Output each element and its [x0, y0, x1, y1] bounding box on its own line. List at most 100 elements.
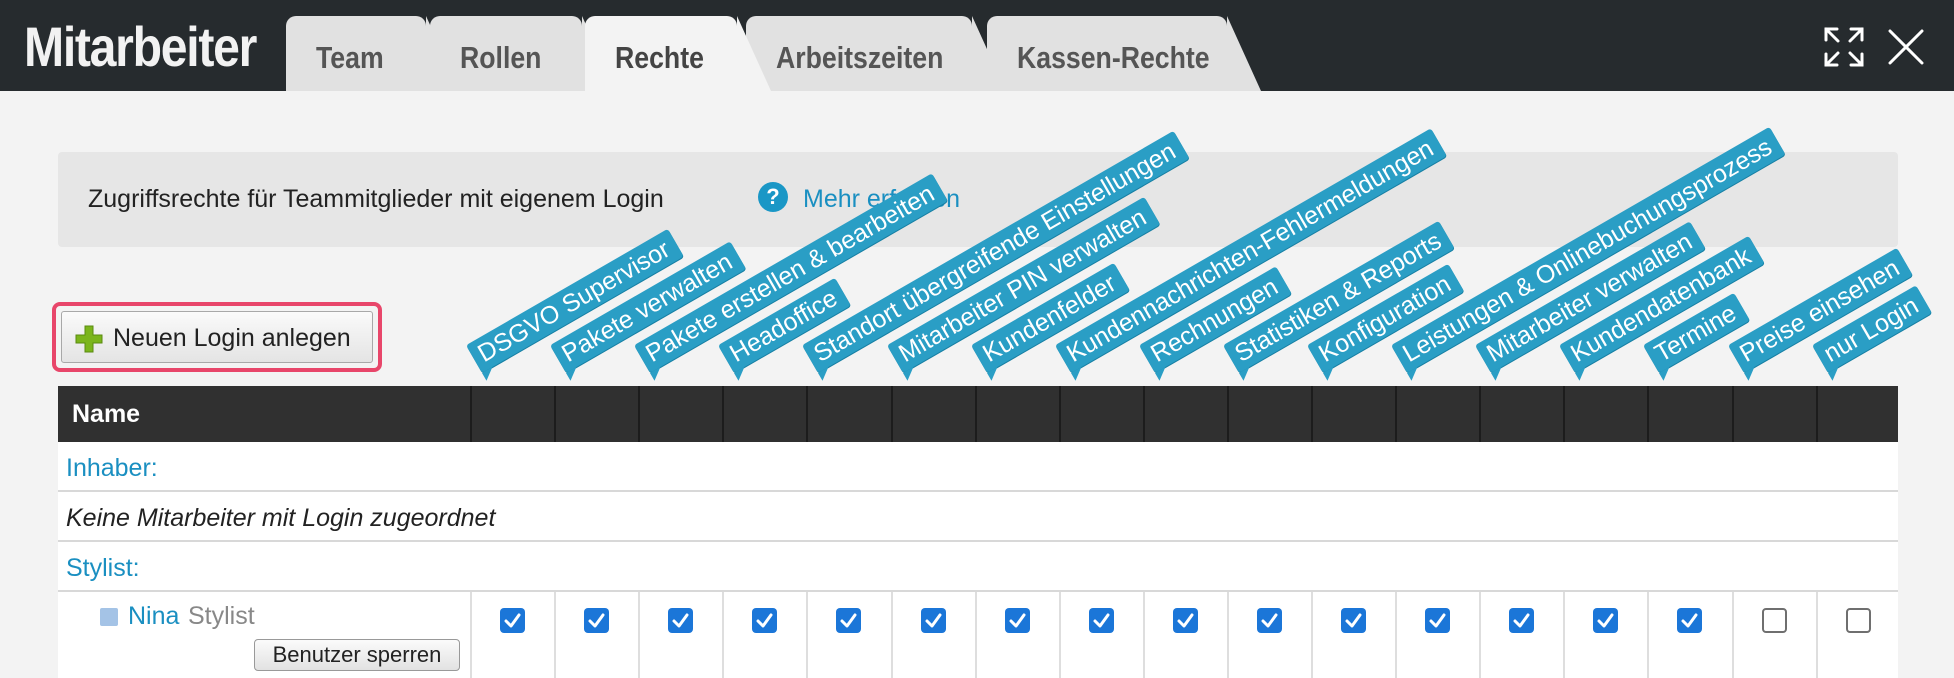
- name-column-header: Name: [72, 400, 141, 428]
- tab-label: Team: [316, 40, 384, 75]
- tab-rechte[interactable]: Rechte: [585, 16, 771, 91]
- permission-checkbox[interactable]: [1004, 608, 1030, 633]
- employee-name[interactable]: Nina: [128, 602, 179, 631]
- permission-checkbox[interactable]: [1677, 608, 1703, 633]
- info-text: Zugriffsrechte für Teammitglieder mit ei…: [88, 185, 664, 213]
- check-icon: [672, 613, 689, 628]
- cell-separator: [890, 592, 893, 678]
- cell-separator: [1142, 592, 1145, 678]
- close-icon: [1888, 29, 1924, 65]
- check-icon: [1429, 613, 1446, 628]
- tab-kassen-rechte[interactable]: Kassen-Rechte: [987, 16, 1261, 91]
- column-separator: [806, 386, 809, 442]
- expand-button[interactable]: [1819, 22, 1869, 72]
- column-separator: [470, 386, 472, 442]
- column-separator: [974, 386, 977, 442]
- cell-separator: [554, 592, 557, 678]
- column-separator: [1142, 386, 1145, 442]
- column-separator: [722, 386, 725, 442]
- app-title: Mitarbeiter: [24, 15, 257, 78]
- column-separator: [638, 386, 641, 442]
- check-icon: [1009, 613, 1026, 628]
- cell-separator: [1563, 592, 1566, 678]
- permission-checkbox[interactable]: [1172, 608, 1198, 633]
- permission-checkbox[interactable]: [584, 608, 610, 633]
- cell-separator: [1815, 592, 1818, 678]
- column-separator: [1226, 386, 1229, 442]
- employee-role: Stylist: [188, 602, 255, 630]
- group-label: Stylist:: [66, 554, 140, 582]
- permission-checkbox[interactable]: [752, 608, 778, 633]
- cell-separator: [470, 592, 472, 678]
- cell-separator: [638, 592, 641, 678]
- new-login-label: Neuen Login anlegen: [113, 324, 351, 352]
- column-separator: [1395, 386, 1398, 442]
- column-separator: [890, 386, 893, 442]
- cell-separator: [1731, 592, 1734, 678]
- check-icon: [504, 613, 521, 628]
- lock-user-button[interactable]: Benutzer sperren: [254, 639, 460, 671]
- check-icon: [1597, 613, 1614, 628]
- tab-team[interactable]: Team: [286, 16, 460, 91]
- column-separator: [1815, 386, 1818, 442]
- cell-separator: [1647, 592, 1650, 678]
- column-separator: [554, 386, 557, 442]
- permission-checkbox[interactable]: [1425, 608, 1451, 633]
- question-icon[interactable]: ?: [758, 182, 788, 212]
- cell-separator: [1479, 592, 1482, 678]
- tab-label: Kassen-Rechte: [1017, 40, 1210, 75]
- permission-checkbox[interactable]: [1341, 608, 1367, 633]
- check-icon: [1681, 613, 1698, 628]
- cell-separator: [806, 592, 809, 678]
- permission-checkbox[interactable]: [1761, 608, 1787, 633]
- table-row: Nina Stylist Benutzer sperren: [58, 592, 1898, 678]
- empty-row: Keine Mitarbeiter mit Login zugeordnet: [58, 492, 1898, 542]
- permission-checkbox[interactable]: [1845, 608, 1871, 633]
- table-header: Name: [58, 386, 1898, 442]
- empty-message: Keine Mitarbeiter mit Login zugeordnet: [66, 504, 496, 532]
- check-icon: [840, 613, 857, 628]
- cell-separator: [974, 592, 977, 678]
- group-row-stylist: Stylist:: [58, 542, 1898, 592]
- permission-checkbox[interactable]: [500, 608, 526, 633]
- check-icon: [756, 613, 773, 628]
- permission-checkbox[interactable]: [1509, 608, 1535, 633]
- check-icon: [1177, 613, 1194, 628]
- column-separator: [1479, 386, 1482, 442]
- column-separator: [1647, 386, 1650, 442]
- tab-label: Arbeitszeiten: [776, 40, 944, 75]
- permission-checkbox[interactable]: [1256, 608, 1282, 633]
- check-icon: [1513, 613, 1530, 628]
- column-separator: [1311, 386, 1313, 442]
- permission-checkbox[interactable]: [836, 608, 862, 633]
- cell-separator: [1226, 592, 1229, 678]
- new-login-highlight: Neuen Login anlegen: [52, 302, 382, 372]
- plus-icon: [75, 325, 103, 353]
- tab-rollen[interactable]: Rollen: [430, 16, 616, 91]
- permission-checkbox[interactable]: [1593, 608, 1619, 633]
- column-separator: [1731, 386, 1734, 442]
- permission-checkbox[interactable]: [1088, 608, 1114, 633]
- tab-label: Rechte: [615, 40, 704, 75]
- column-separator: [1563, 386, 1566, 442]
- cell-separator: [1395, 592, 1398, 678]
- column-separator: [1058, 386, 1061, 442]
- expand-icon: [1824, 27, 1864, 67]
- check-icon: [1261, 613, 1278, 628]
- top-bar: Mitarbeiter Team Rollen Rechte Arbeitsze…: [0, 0, 1954, 91]
- cell-separator: [1311, 592, 1313, 678]
- check-icon: [925, 613, 942, 628]
- tab-arbeitszeiten[interactable]: Arbeitszeiten: [746, 16, 1006, 91]
- check-icon: [1093, 613, 1110, 628]
- check-icon: [588, 613, 605, 628]
- check-icon: [1345, 613, 1362, 628]
- new-login-button[interactable]: Neuen Login anlegen: [61, 311, 373, 363]
- close-button[interactable]: [1881, 22, 1931, 72]
- cell-separator: [1058, 592, 1061, 678]
- cell-separator: [722, 592, 725, 678]
- group-row-inhaber: Inhaber:: [58, 442, 1898, 492]
- group-label: Inhaber:: [66, 454, 158, 482]
- permission-checkbox[interactable]: [668, 608, 694, 633]
- permission-checkbox[interactable]: [920, 608, 946, 633]
- tab-label: Rollen: [460, 40, 542, 75]
